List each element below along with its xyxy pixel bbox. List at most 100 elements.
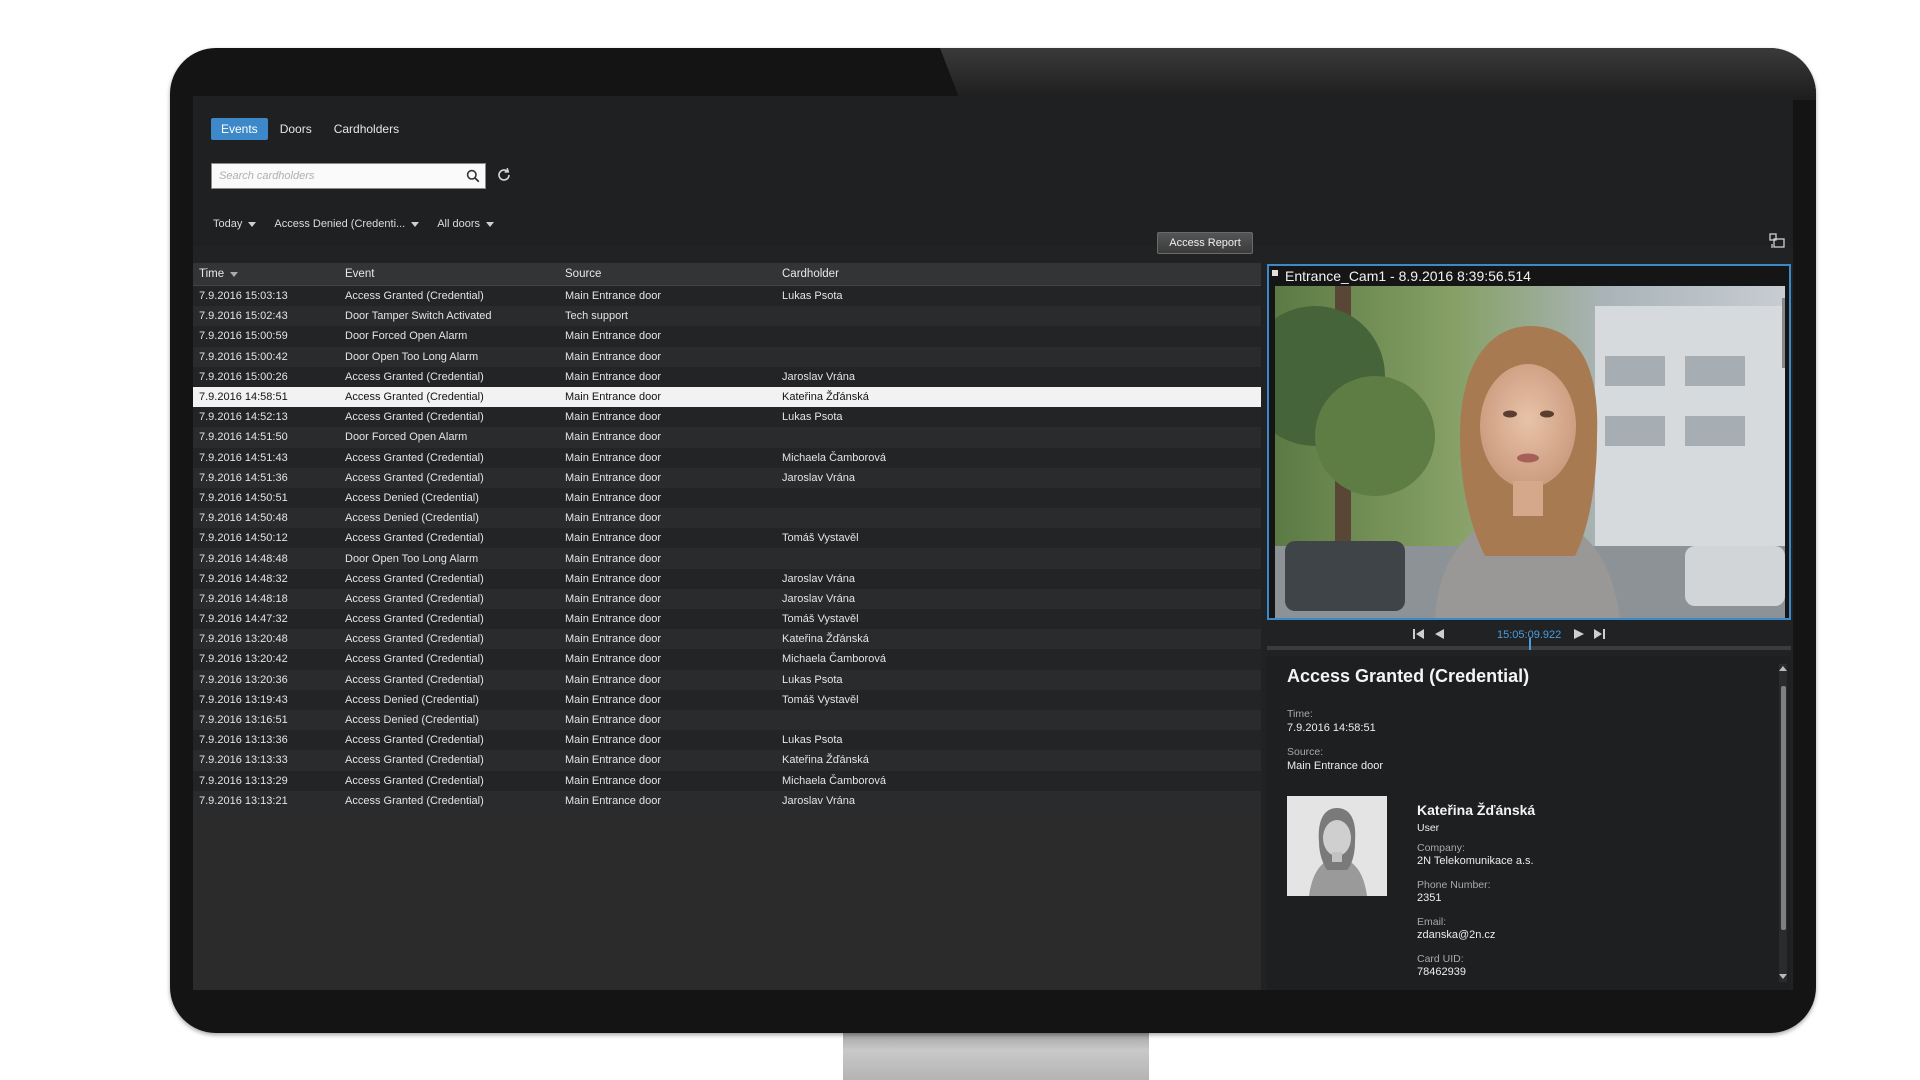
cell-event: Access Granted (Credential)	[345, 754, 484, 767]
cell-source: Tech support	[565, 310, 628, 323]
tab-events[interactable]: Events	[211, 118, 268, 140]
table-row[interactable]: 7.9.2016 14:48:18 Access Granted (Credent…	[193, 588, 1261, 609]
column-header-time[interactable]: Time	[193, 268, 345, 280]
period-filter[interactable]: Today	[213, 218, 257, 230]
table-row[interactable]: 7.9.2016 13:13:21 Access Granted (Credent…	[193, 790, 1261, 811]
cell-source: Main Entrance door	[565, 290, 661, 303]
table-row[interactable]: 7.9.2016 15:02:43 Door Tamper Switch Acti…	[193, 306, 1261, 327]
cardholder-role: User	[1417, 822, 1440, 834]
tab-doors[interactable]: Doors	[270, 118, 322, 140]
table-row[interactable]: 7.9.2016 14:47:32 Access Granted (Credent…	[193, 609, 1261, 630]
timeline-cursor[interactable]	[1529, 638, 1531, 650]
tab-cardholders[interactable]: Cardholders	[324, 118, 409, 140]
cell-source: Main Entrance door	[565, 794, 661, 807]
table-row[interactable]: 7.9.2016 15:00:26 Access Granted (Credent…	[193, 366, 1261, 387]
cell-time: 7.9.2016 14:51:36	[199, 471, 288, 484]
access-report-button[interactable]: Access Report	[1157, 232, 1253, 254]
table-row[interactable]: 7.9.2016 14:58:51 Access Granted (Credent…	[193, 386, 1261, 408]
table-row[interactable]: 7.9.2016 13:13:29 Access Granted (Credent…	[193, 770, 1261, 791]
scroll-up-icon[interactable]	[1779, 666, 1787, 671]
table-row[interactable]: 7.9.2016 13:16:51 Access Denied (Credenti…	[193, 709, 1261, 731]
table-row[interactable]: 7.9.2016 14:51:43 Access Granted (Credent…	[193, 447, 1261, 468]
cell-source: Main Entrance door	[565, 471, 661, 484]
camera-video-frame	[1275, 286, 1785, 618]
cell-cardholder: Michaela Čamborová	[782, 451, 886, 464]
skip-start-icon[interactable]	[1412, 628, 1426, 640]
table-row[interactable]: 7.9.2016 15:00:59 Door Forced Open Alarm M…	[193, 326, 1261, 347]
column-header-cardholder[interactable]: Cardholder	[782, 268, 1082, 280]
cell-time: 7.9.2016 15:02:43	[199, 310, 288, 323]
chevron-down-icon	[248, 221, 257, 227]
cell-event: Access Granted (Credential)	[345, 774, 484, 787]
table-row[interactable]: 7.9.2016 13:20:42 Access Granted (Credent…	[193, 649, 1261, 670]
table-row[interactable]: 7.9.2016 13:20:36 Access Granted (Credent…	[193, 669, 1261, 690]
table-row[interactable]: 7.9.2016 15:00:42 Door Open Too Long Alar…	[193, 346, 1261, 367]
cell-source: Main Entrance door	[565, 633, 661, 646]
event-details-title: Access Granted (Credential)	[1287, 666, 1530, 686]
cell-time: 7.9.2016 14:52:13	[199, 411, 288, 424]
search-input[interactable]	[212, 164, 466, 188]
table-row[interactable]: 7.9.2016 14:48:48 Door Open Too Long Alar…	[193, 548, 1261, 569]
table-row[interactable]: 7.9.2016 14:50:12 Access Granted (Credent…	[193, 528, 1261, 549]
table-row[interactable]: 7.9.2016 15:03:13 Access Granted (Credent…	[193, 286, 1261, 307]
cell-event: Access Granted (Credential)	[345, 794, 484, 807]
cardholder-photo	[1287, 796, 1387, 896]
cell-time: 7.9.2016 13:20:48	[199, 633, 288, 646]
camera-indicator-icon	[1272, 270, 1278, 276]
video-scroll-thumb[interactable]	[1782, 298, 1785, 368]
monitor-reflection	[940, 48, 1816, 100]
cell-source: Main Entrance door	[565, 391, 661, 404]
email-value: zdanska@2n.cz	[1417, 929, 1496, 941]
video-viewer[interactable]: Entrance_Cam1 - 8.9.2016 8:39:56.514	[1267, 264, 1791, 620]
doors-filter[interactable]: All doors	[437, 218, 494, 230]
cell-event: Access Granted (Credential)	[345, 471, 484, 484]
cell-event: Access Granted (Credential)	[345, 653, 484, 666]
cell-time: 7.9.2016 14:50:51	[199, 491, 288, 504]
cell-source: Main Entrance door	[565, 491, 661, 504]
table-row[interactable]: 7.9.2016 14:51:36 Access Granted (Credent…	[193, 467, 1261, 488]
table-row[interactable]: 7.9.2016 14:52:13 Access Granted (Credent…	[193, 407, 1261, 428]
refresh-icon[interactable]	[495, 166, 513, 184]
column-header-event[interactable]: Event	[345, 268, 565, 280]
table-row[interactable]: 7.9.2016 14:48:32 Access Granted (Credent…	[193, 568, 1261, 589]
table-row[interactable]: 7.9.2016 14:51:50 Door Forced Open Alarm M…	[193, 427, 1261, 448]
detach-window-icon[interactable]	[1768, 232, 1786, 250]
step-back-icon[interactable]	[1432, 628, 1446, 640]
cell-cardholder: Jaroslav Vrána	[782, 592, 855, 605]
card-uid-label: Card UID:	[1417, 953, 1464, 965]
cell-time: 7.9.2016 14:51:50	[199, 431, 288, 444]
cell-time: 7.9.2016 14:48:48	[199, 552, 288, 565]
cell-event: Access Denied (Credential)	[345, 693, 479, 706]
table-row[interactable]: 7.9.2016 13:13:36 Access Granted (Credent…	[193, 730, 1261, 751]
cell-time: 7.9.2016 13:19:43	[199, 693, 288, 706]
column-header-source[interactable]: Source	[565, 268, 782, 280]
cell-time: 7.9.2016 14:48:32	[199, 572, 288, 585]
cell-source: Main Entrance door	[565, 350, 661, 363]
cell-time: 7.9.2016 15:03:13	[199, 290, 288, 303]
search-icon[interactable]	[466, 169, 480, 183]
cell-source: Main Entrance door	[565, 693, 661, 706]
table-row[interactable]: 7.9.2016 14:50:51 Access Denied (Credenti…	[193, 487, 1261, 509]
cell-time: 7.9.2016 14:50:12	[199, 532, 288, 545]
cell-cardholder: Jaroslav Vrána	[782, 370, 855, 383]
column-header-time-label: Time	[199, 268, 225, 280]
cell-cardholder: Lukas Psota	[782, 290, 843, 303]
table-row[interactable]: 7.9.2016 14:50:48 Access Denied (Credenti…	[193, 508, 1261, 529]
cell-event: Access Granted (Credential)	[345, 451, 484, 464]
cell-cardholder: Kateřina Žďánská	[782, 754, 869, 767]
table-row[interactable]: 7.9.2016 13:13:33 Access Granted (Credent…	[193, 750, 1261, 771]
cell-source: Main Entrance door	[565, 431, 661, 444]
cell-source: Main Entrance door	[565, 552, 661, 565]
cell-source: Main Entrance door	[565, 754, 661, 767]
event-type-filter[interactable]: Access Denied (Credenti...	[274, 218, 420, 230]
cell-source: Main Entrance door	[565, 734, 661, 747]
cell-time: 7.9.2016 13:13:29	[199, 774, 288, 787]
details-scroll-thumb[interactable]	[1781, 686, 1786, 930]
skip-end-icon[interactable]	[1592, 628, 1606, 640]
table-row[interactable]: 7.9.2016 13:20:48 Access Granted (Credent…	[193, 629, 1261, 650]
table-row[interactable]: 7.9.2016 13:19:43 Access Denied (Credenti…	[193, 689, 1261, 710]
cell-event: Access Granted (Credential)	[345, 391, 484, 404]
cell-event: Access Granted (Credential)	[345, 532, 484, 545]
scroll-down-icon[interactable]	[1779, 974, 1787, 979]
play-icon[interactable]	[1572, 628, 1586, 640]
